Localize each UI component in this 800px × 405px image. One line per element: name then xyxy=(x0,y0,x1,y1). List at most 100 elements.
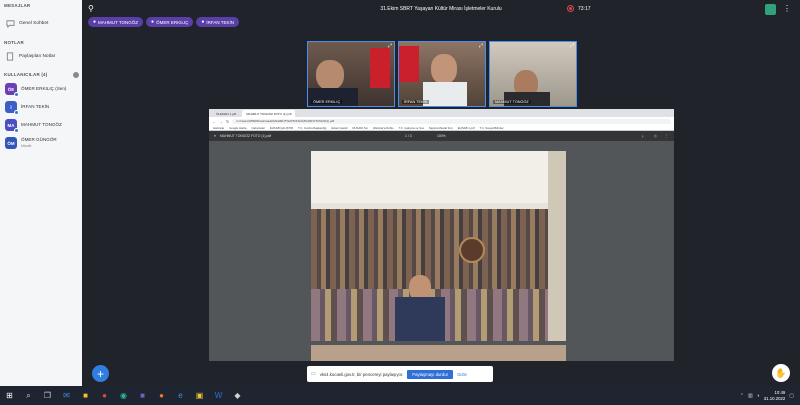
speaker-chip: ● İRFAN TEKİN xyxy=(196,17,240,27)
bookmark-item[interactable]: T.C. Çalışma ve Sos xyxy=(399,126,424,130)
pdf-page-photo xyxy=(311,151,566,341)
volume-icon[interactable]: ◖ xyxy=(757,393,760,399)
taskbar: ⊞ ⌕ ❐ ✉ ■ ● ◉ ■ ● e ▣ W ◆ ⌃ ▥ ◖ 10:49 31… xyxy=(0,386,800,405)
camera-name: MAHMUT TONGÖZ xyxy=(493,100,531,104)
bookmark-item[interactable]: Erkan Gazali xyxy=(331,126,347,130)
user-list-item[interactable]: İ İRFAN TEKİN xyxy=(0,98,82,116)
user-role: Misafir xyxy=(21,144,32,148)
word-icon[interactable]: W xyxy=(209,386,228,405)
clock-date[interactable]: 31.10.2022 xyxy=(764,396,786,402)
firefox-icon[interactable]: ● xyxy=(152,386,171,405)
microphone-icon: ● xyxy=(151,19,155,25)
camera-name: İRFAN TEKİN xyxy=(402,100,430,104)
user-name: MAHMUT TONGÖZ xyxy=(21,122,62,127)
internet-explorer-icon[interactable]: e xyxy=(171,386,190,405)
shared-screen-browser: ÖLEMAN 1.pdf MAHMUT TONGÖZ FOTO (1).pdf … xyxy=(209,109,674,361)
mail-icon[interactable]: ✉ xyxy=(57,386,76,405)
bookmark-item[interactable]: Sigorta Masraf Fon xyxy=(429,126,453,130)
sidebar: MESAJLAR Genel Sohbet NOTLAR Paylaşılan … xyxy=(0,0,82,386)
record-icon xyxy=(567,5,574,12)
bookmark-item[interactable]: T.C. Cumhurbaşkanlığı xyxy=(298,126,326,130)
task-view-icon[interactable]: ❐ xyxy=(38,386,57,405)
speaker-chip: ● MAHMUT TONGÖZ xyxy=(88,17,144,27)
browser-tab[interactable]: ÖLEMAN 1.pdf xyxy=(212,110,240,117)
notification-icon[interactable]: ▢ xyxy=(789,393,794,399)
general-chat-label: Genel Sohbet xyxy=(19,20,49,26)
teams-icon[interactable]: ■ xyxy=(133,386,152,405)
speaker-chip: ● ÖMER ERKILIÇ xyxy=(146,17,194,27)
user-list-item[interactable]: ÖM ÖMER GÜNGÖR Misafir xyxy=(0,134,82,152)
avatar: MA xyxy=(5,119,19,133)
browser-tab-active[interactable]: MAHMUT TONGÖZ FOTO (1).pdf xyxy=(242,110,296,117)
bookmark-item[interactable]: Webinar'a Dublu xyxy=(373,126,394,130)
reload-icon[interactable]: ↻ xyxy=(226,119,229,124)
more-options-icon[interactable]: ⋮ xyxy=(783,4,791,13)
back-icon[interactable]: ← xyxy=(212,119,216,124)
recording-indicator[interactable]: 73:17 xyxy=(567,5,591,12)
pdf-title: MAHMUT TONGÖZ FOTO (1).pdf xyxy=(219,134,272,138)
expand-icon[interactable]: ⤢ xyxy=(479,43,483,49)
connection-status-icon[interactable] xyxy=(765,4,776,15)
app-icon[interactable]: ◆ xyxy=(228,386,247,405)
bookmark-item[interactable]: RUSANI Sm xyxy=(352,126,368,130)
bookmark-item[interactable]: T.C. Sosyal Bilimler xyxy=(480,126,504,130)
user-name: ÖMER GÜNGÖR xyxy=(21,137,57,142)
app-icon[interactable]: ▣ xyxy=(190,386,209,405)
search-icon[interactable]: ⌕ xyxy=(19,386,38,405)
settings-gear-icon[interactable] xyxy=(73,71,79,78)
pdf-page-photo xyxy=(311,345,566,361)
speaker-name: İRFAN TEKİN xyxy=(206,19,235,25)
network-icon[interactable]: ▥ xyxy=(748,393,753,399)
microphone-icon: ● xyxy=(201,19,205,25)
url-input[interactable]: C:/Users/LBSR/Downloads/MAHMUT%20TONGÖZ%… xyxy=(232,118,671,124)
stop-sharing-button[interactable]: Paylaşmayı durdur xyxy=(407,369,454,379)
recording-timer: 73:17 xyxy=(578,5,591,12)
user-name: İRFAN TEKİN xyxy=(21,104,50,109)
hide-button[interactable]: Gizle xyxy=(457,372,467,377)
bookmark-item[interactable]: Google Harita xyxy=(229,126,246,130)
messages-section-title: MESAJLAR xyxy=(4,3,31,8)
screen-share-bar: ▭ vks4.kocaeli.gov.tr, bir pencereyi pay… xyxy=(307,366,493,382)
address-bar: ← → ↻ C:/Users/LBSR/Downloads/MAHMUT%20T… xyxy=(209,117,674,125)
avatar-initials: MA xyxy=(7,122,15,128)
add-action-button[interactable]: + xyxy=(92,365,109,382)
page-indicator[interactable]: 1 / 3 xyxy=(405,134,412,138)
shared-notes-label: Paylaşılan Notlar xyxy=(19,53,56,59)
pdf-toolbar: ≡ MAHMUT TONGÖZ FOTO (1).pdf 1 / 3 100% … xyxy=(209,131,674,141)
browser-tab-bar: ÖLEMAN 1.pdf MAHMUT TONGÖZ FOTO (1).pdf xyxy=(209,109,674,117)
general-chat-item[interactable]: Genel Sohbet xyxy=(0,15,82,31)
avatar-initials: ÖE xyxy=(7,86,15,92)
file-explorer-icon[interactable]: ■ xyxy=(76,386,95,405)
expand-icon[interactable]: ⤢ xyxy=(388,43,392,49)
avatar: ÖE xyxy=(5,83,19,97)
tray-arrow-icon[interactable]: ⌃ xyxy=(740,393,744,399)
edge-icon[interactable]: ◉ xyxy=(114,386,133,405)
speaker-name: MAHMUT TONGÖZ xyxy=(98,19,139,25)
avatar: ÖM xyxy=(5,137,17,149)
download-icon[interactable]: ⤓ xyxy=(642,134,644,138)
zoom-level[interactable]: 100% xyxy=(437,134,446,138)
user-list-item[interactable]: MA MAHMUT TONGÖZ xyxy=(0,116,82,134)
pdf-viewer[interactable] xyxy=(209,141,674,361)
camera-feed[interactable]: ⤢ MAHMUT TONGÖZ xyxy=(489,41,577,107)
bookmark-item[interactable]: Çalışmalar xyxy=(251,126,264,130)
more-icon[interactable]: ⋮ xyxy=(665,134,668,138)
chrome-icon[interactable]: ● xyxy=(95,386,114,405)
forward-icon[interactable]: → xyxy=(219,119,223,124)
print-icon[interactable]: ⎙ xyxy=(654,134,657,138)
raise-hand-button[interactable]: ✋ xyxy=(772,364,790,382)
share-icon: ▭ xyxy=(311,371,316,377)
bookmark-item[interactable]: ELİSAB 1.pdf xyxy=(458,126,475,130)
bookmark-item[interactable]: Harizade xyxy=(213,126,224,130)
bookmark-item[interactable]: ELİSAB ÇALIŞTIR xyxy=(270,126,293,130)
shared-notes-item[interactable]: Paylaşılan Notlar xyxy=(0,48,82,64)
camera-feed[interactable]: ⤢ İRFAN TEKİN xyxy=(398,41,486,107)
notes-section-title: NOTLAR xyxy=(4,40,24,45)
speakers-bar: ● MAHMUT TONGÖZ ● ÖMER ERKILIÇ ● İRFAN TEKİ… xyxy=(88,17,240,27)
menu-icon[interactable]: ≡ xyxy=(214,134,216,138)
expand-icon[interactable]: ⤢ xyxy=(570,43,574,49)
windows-start-icon[interactable]: ⊞ xyxy=(0,386,19,405)
meeting-title: 31.Ekim SBRT Yaşayan Kültür Mirası İşlet… xyxy=(380,6,502,12)
user-list-item[interactable]: ÖE ÖMER ERKILIÇ (Sen) xyxy=(0,80,82,98)
camera-feed[interactable]: ⤢ ÖMER ERKILIÇ xyxy=(307,41,395,107)
